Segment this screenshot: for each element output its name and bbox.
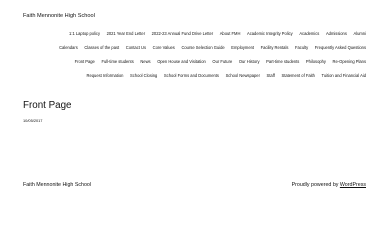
nav-item-faq[interactable]: Frequently Asked Questions — [315, 45, 366, 50]
footer-site-title-link[interactable]: Faith Mennonite High School — [23, 182, 91, 188]
nav-item-our-history[interactable]: Our History — [239, 59, 260, 64]
nav-item-academics[interactable]: Academics — [299, 31, 319, 36]
nav-item-admissions[interactable]: Admissions — [326, 31, 347, 36]
nav-item-calendars[interactable]: Calendars — [59, 45, 78, 50]
footer-credit: Proudly powered by WordPress — [292, 182, 366, 188]
nav-row-1: 1:1 Laptop policy 2021 Year End Letter 2… — [20, 27, 366, 41]
nav-item-employment[interactable]: Employment — [231, 45, 254, 50]
nav-item-annual-fund-drive-letter[interactable]: 2022-23 Annual Fund Drive Letter — [152, 31, 213, 36]
site-title-link[interactable]: Faith Mennonite High School — [23, 13, 95, 19]
nav-item-faculty[interactable]: Faculty — [295, 45, 308, 50]
nav-item-front-page[interactable]: Front Page — [75, 59, 95, 64]
wordpress-link[interactable]: WordPress — [340, 182, 366, 188]
post-date: 10/05/2017 — [23, 118, 43, 123]
nav-item-statement-of-faith[interactable]: Statement of Faith — [282, 73, 315, 78]
nav-item-philosophy[interactable]: Philosophy — [306, 59, 326, 64]
nav-item-academic-integrity-policy[interactable]: Academic Integrity Policy — [247, 31, 293, 36]
nav-item-course-selection-guide[interactable]: Course Selection Guide — [181, 45, 224, 50]
nav-item-facility-rentals[interactable]: Facility Rentals — [261, 45, 289, 50]
primary-navigation: 1:1 Laptop policy 2021 Year End Letter 2… — [20, 27, 366, 82]
nav-item-contact-us[interactable]: Contact Us — [126, 45, 146, 50]
nav-row-3: Front Page Full-time students News Open … — [20, 55, 366, 69]
nav-item-news[interactable]: News — [140, 59, 150, 64]
nav-item-classes-of-the-past[interactable]: Classes of the past — [84, 45, 119, 50]
nav-item-alumni[interactable]: Alumni — [353, 31, 366, 36]
footer-credit-text: Proudly powered by — [291, 182, 340, 188]
nav-item-core-values[interactable]: Core Values — [153, 45, 175, 50]
nav-item-our-future[interactable]: Our Future — [212, 59, 232, 64]
nav-item-open-house[interactable]: Open House and Visitation — [157, 59, 206, 64]
nav-item-re-opening-plans[interactable]: Re-Opening Plans — [333, 59, 366, 64]
nav-item-school-newspaper[interactable]: School Newspaper — [226, 73, 260, 78]
nav-item-tuition[interactable]: Tuition and Financial Aid — [322, 73, 366, 78]
nav-item-2021-year-end-letter[interactable]: 2021 Year End Letter — [107, 31, 145, 36]
nav-row-2: Calendars Classes of the past Contact Us… — [20, 41, 366, 55]
nav-item-part-time-students[interactable]: Part-time students — [266, 59, 299, 64]
nav-item-school-closing[interactable]: School Closing — [130, 73, 157, 78]
nav-item-laptop-policy[interactable]: 1:1 Laptop policy — [69, 31, 100, 36]
nav-item-staff[interactable]: Staff — [267, 73, 275, 78]
page-title: Front Page — [23, 100, 72, 111]
nav-item-request-information[interactable]: Request Information — [87, 73, 124, 78]
nav-item-about-fmh[interactable]: About FMH — [220, 31, 241, 36]
nav-item-school-forms[interactable]: School Forms and Documents — [164, 73, 219, 78]
nav-item-full-time-students[interactable]: Full-time students — [101, 59, 133, 64]
nav-row-4: Request Information School Closing Schoo… — [20, 68, 366, 82]
